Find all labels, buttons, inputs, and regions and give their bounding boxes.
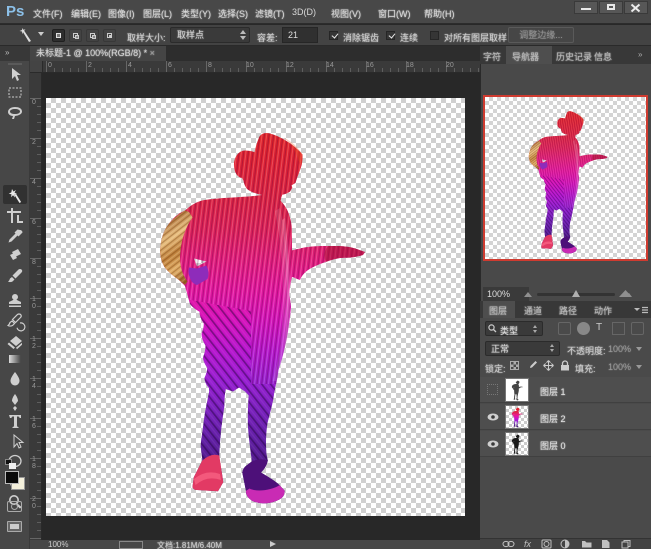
- svg-text:fx: fx: [524, 539, 532, 549]
